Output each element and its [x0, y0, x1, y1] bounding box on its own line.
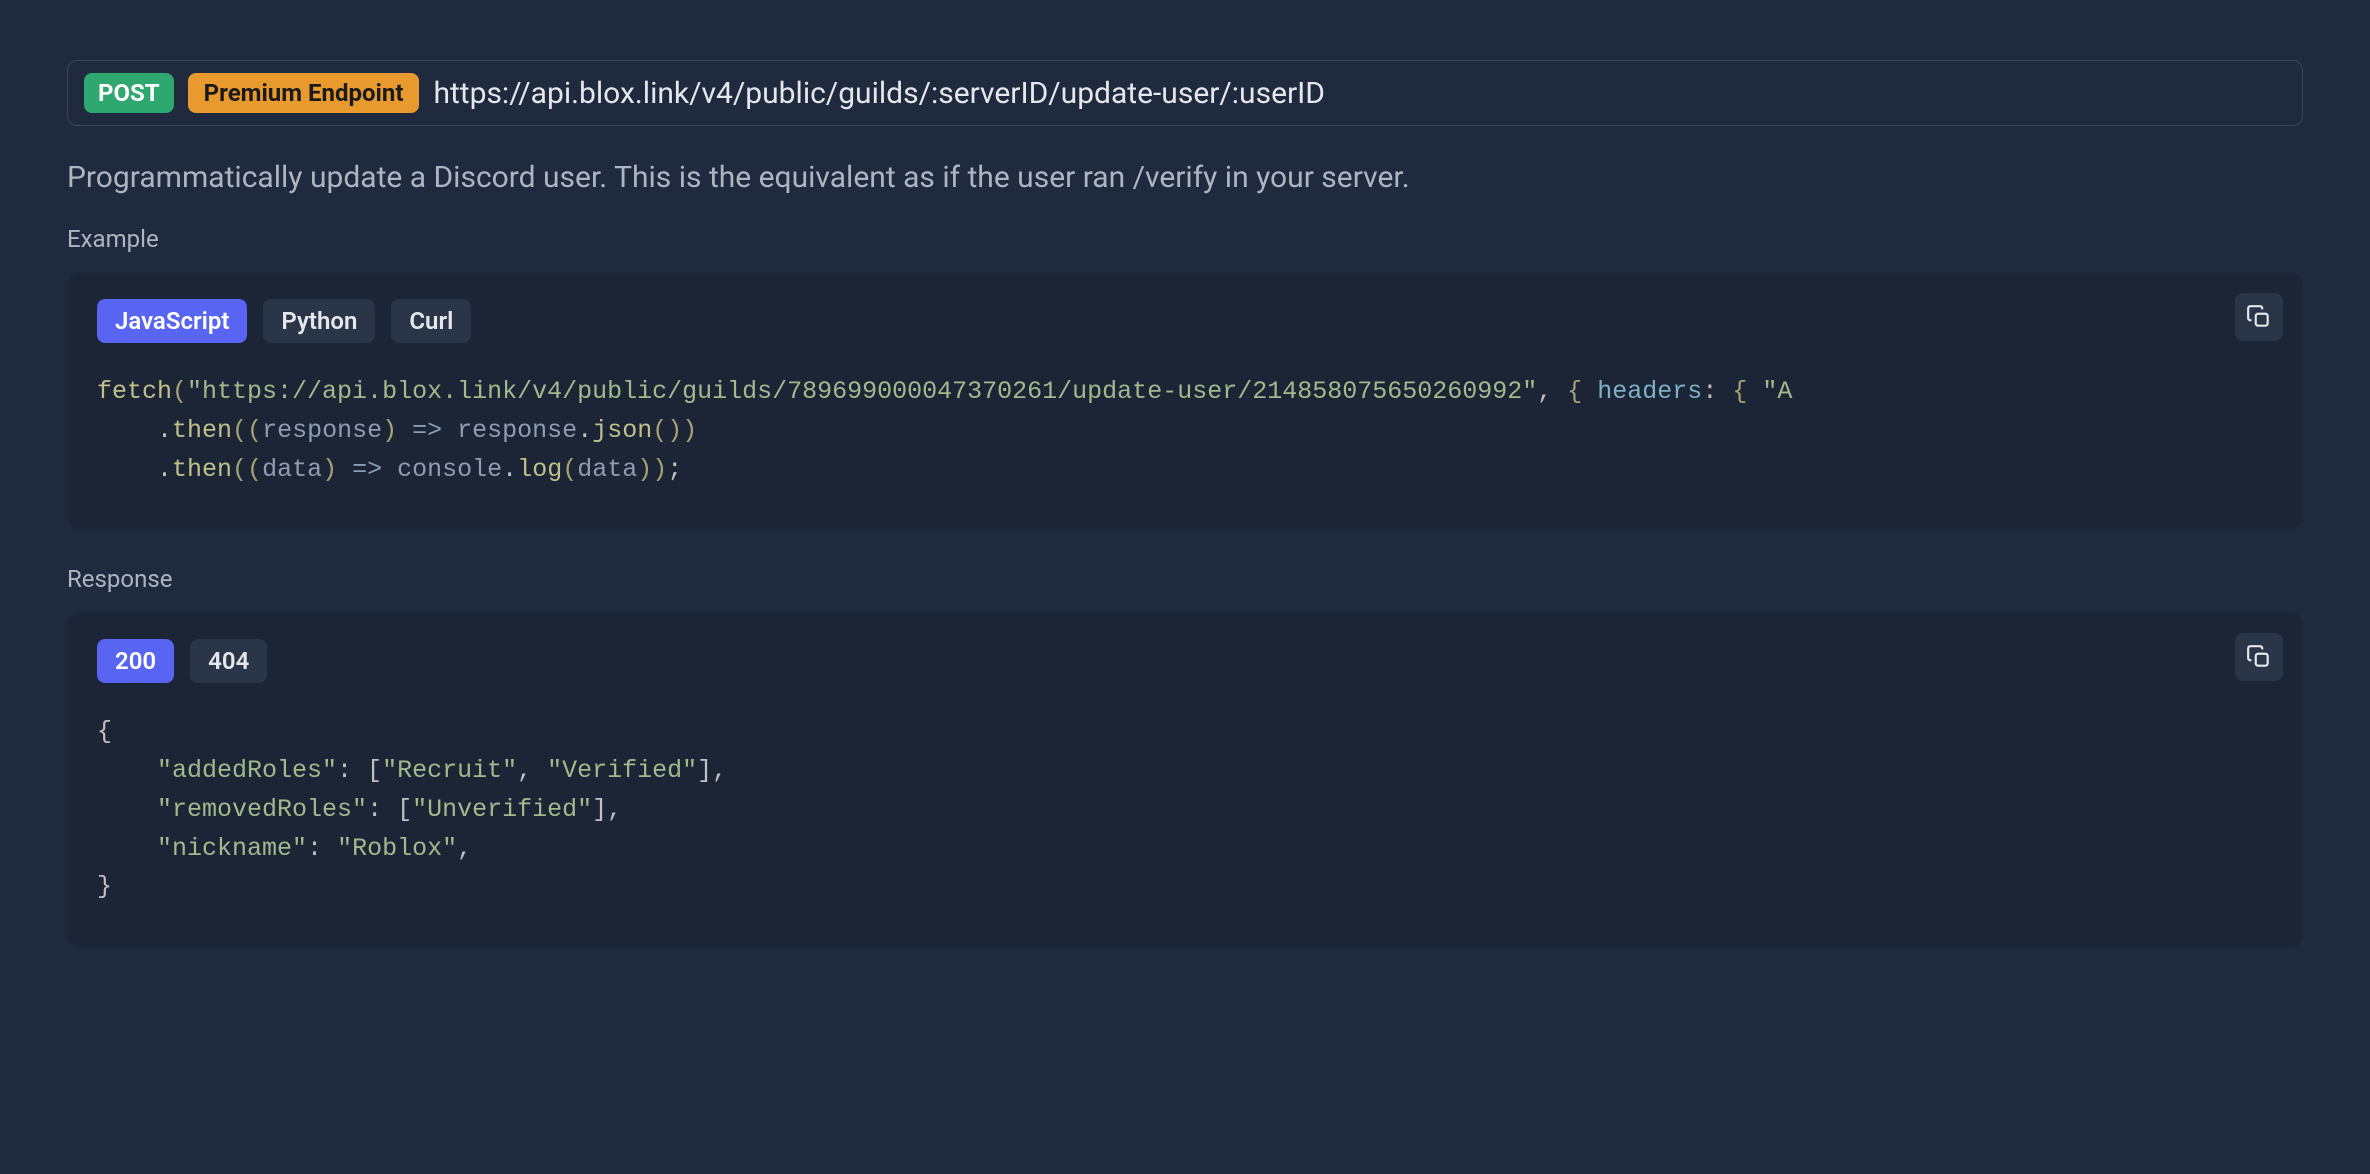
copy-icon [2246, 304, 2272, 330]
response-code: { "addedRoles": ["Recruit", "Verified"],… [97, 713, 2273, 907]
code-token: fetch [97, 377, 172, 406]
code-token: "A [1762, 377, 1792, 406]
copy-example-button[interactable] [2235, 293, 2283, 341]
copy-icon [2246, 644, 2272, 670]
code-token: "https://api.blox.link/v4/public/guilds/… [187, 377, 1537, 406]
code-token: "nickname" [157, 834, 307, 863]
code-token: response [457, 416, 577, 445]
endpoint-url: https://api.blox.link/v4/public/guilds/:… [433, 76, 1325, 111]
copy-response-button[interactable] [2235, 633, 2283, 681]
tab-curl[interactable]: Curl [391, 299, 471, 343]
example-code: fetch("https://api.blox.link/v4/public/g… [97, 373, 2273, 489]
code-token: "Roblox" [337, 834, 457, 863]
code-token: response [262, 416, 382, 445]
code-token: "Unverified" [412, 795, 592, 824]
code-token: log [517, 455, 562, 484]
code-token: "Verified" [547, 756, 697, 785]
code-token: data [577, 455, 637, 484]
tab-javascript[interactable]: JavaScript [97, 299, 247, 343]
code-token: data [262, 455, 322, 484]
code-token: console [397, 455, 502, 484]
premium-badge: Premium Endpoint [188, 73, 420, 113]
tab-404[interactable]: 404 [190, 639, 267, 683]
code-token: headers [1597, 377, 1702, 406]
tab-python[interactable]: Python [263, 299, 375, 343]
code-token: { [1732, 377, 1762, 406]
code-token: "removedRoles" [157, 795, 367, 824]
http-method-badge: POST [84, 73, 174, 113]
example-label: Example [67, 225, 2303, 253]
code-token: json [592, 416, 652, 445]
example-tabs: JavaScript Python Curl [97, 299, 2273, 343]
endpoint-description: Programmatically update a Discord user. … [67, 160, 2303, 195]
code-token: "addedRoles" [157, 756, 337, 785]
code-token: "Recruit" [382, 756, 517, 785]
response-label: Response [67, 565, 2303, 593]
response-tabs: 200 404 [97, 639, 2273, 683]
example-code-block: JavaScript Python Curl fetch("https://ap… [67, 273, 2303, 529]
endpoint-bar: POST Premium Endpoint https://api.blox.l… [67, 60, 2303, 126]
response-code-block: 200 404 { "addedRoles": ["Recruit", "Ver… [67, 613, 2303, 947]
tab-200[interactable]: 200 [97, 639, 174, 683]
